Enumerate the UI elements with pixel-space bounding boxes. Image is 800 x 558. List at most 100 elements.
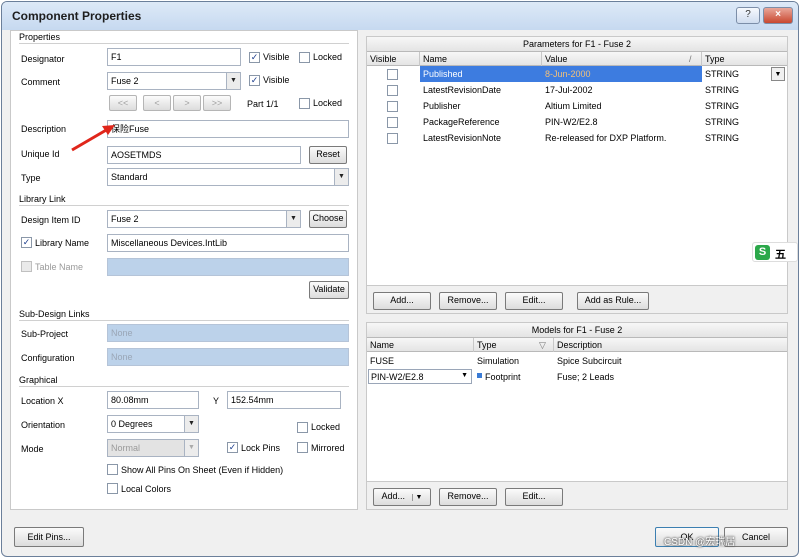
models-header: Models for F1 - Fuse 2 <box>367 323 787 338</box>
graphical-locked-checkbox[interactable] <box>297 422 308 433</box>
parameter-type: STRING <box>705 133 740 143</box>
library-name-checkbox[interactable]: ✓ <box>21 237 32 248</box>
part-label: Part 1/1 <box>247 99 279 109</box>
parameters-button-bar: Add... Remove... Edit... Add as Rule... <box>367 285 787 313</box>
parameter-row[interactable]: LatestRevisionNote Re-released for DXP P… <box>367 130 787 146</box>
remove-model-button[interactable]: Remove... <box>439 488 497 506</box>
parameter-value: 17-Jul-2002 <box>545 85 593 95</box>
column-name[interactable]: Name <box>370 340 394 350</box>
prev-part-button[interactable]: < <box>143 95 171 111</box>
add-parameter-button[interactable]: Add... <box>373 292 431 310</box>
chevron-down-icon[interactable]: ▼ <box>771 67 785 81</box>
location-x-input[interactable]: 80.08mm <box>107 391 199 409</box>
row-visible-checkbox[interactable] <box>387 133 398 144</box>
type-dropdown[interactable]: Standard ▼ <box>107 168 349 186</box>
add-as-rule-button[interactable]: Add as Rule... <box>577 292 649 310</box>
next-part-button[interactable]: > <box>173 95 201 111</box>
table-name-label: Table Name <box>35 262 84 272</box>
chevron-down-icon: ▼ <box>286 211 300 227</box>
add-model-label: Add... <box>381 491 406 501</box>
column-value[interactable]: Value <box>545 54 567 64</box>
choose-button[interactable]: Choose <box>309 210 347 228</box>
table-name-checkbox[interactable] <box>21 261 32 272</box>
divider <box>19 386 349 387</box>
last-part-button[interactable]: >> <box>203 95 231 111</box>
mirrored-checkbox[interactable] <box>297 442 308 453</box>
edit-pins-button[interactable]: Edit Pins... <box>14 527 84 547</box>
model-row[interactable]: FUSE Simulation Spice Subcircuit <box>367 353 787 369</box>
designator-label: Designator <box>21 54 65 64</box>
column-description[interactable]: Description <box>557 340 602 350</box>
column-type[interactable]: Type <box>705 54 725 64</box>
show-all-pins-label: Show All Pins On Sheet (Even if Hidden) <box>121 465 284 475</box>
parameter-row[interactable]: PackageReference PIN-W2/E2.8 STRING <box>367 114 787 130</box>
column-visible[interactable]: Visible <box>370 54 396 64</box>
designator-locked-checkbox[interactable] <box>299 52 310 63</box>
mode-label: Mode <box>21 444 44 454</box>
model-name: PIN-W2/E2.8 <box>371 372 424 382</box>
mode-dropdown[interactable]: Normal ▼ <box>107 439 199 457</box>
part-locked-checkbox[interactable] <box>299 98 310 109</box>
models-button-bar: Add... ▼ Remove... Edit... <box>367 481 787 509</box>
properties-group-title: Properties <box>19 32 61 42</box>
model-description: Fuse; 2 Leads <box>557 372 615 382</box>
row-visible-checkbox[interactable] <box>387 101 398 112</box>
row-visible-checkbox[interactable] <box>387 85 398 96</box>
close-button[interactable]: × <box>763 7 793 24</box>
side-widget-label: 五 <box>775 249 786 261</box>
validate-button[interactable]: Validate <box>309 281 349 299</box>
lock-pins-checkbox[interactable]: ✓ <box>227 442 238 453</box>
library-name-input[interactable]: Miscellaneous Devices.IntLib <box>107 234 349 252</box>
configuration-input[interactable]: None <box>107 348 349 366</box>
parameter-name: PackageReference <box>423 117 500 127</box>
edit-model-button[interactable]: Edit... <box>505 488 563 506</box>
unique-id-label: Unique Id <box>21 149 60 159</box>
model-type: Simulation <box>477 356 520 366</box>
sub-project-input[interactable]: None <box>107 324 349 342</box>
description-input[interactable]: 保险Fuse <box>107 120 349 138</box>
model-name-dropdown[interactable]: PIN-W2/E2.8 ▼ <box>368 369 472 384</box>
designator-input[interactable]: F1 <box>107 48 241 66</box>
parameter-row[interactable]: Published 8-Jun-2000 STRING ▼ <box>367 66 787 82</box>
comment-label: Comment <box>21 77 61 87</box>
parameter-type: STRING <box>705 101 740 111</box>
parameter-name: Publisher <box>423 101 461 111</box>
orientation-dropdown[interactable]: 0 Degrees ▼ <box>107 415 199 433</box>
locked-label: Locked <box>313 98 343 108</box>
models-panel: Models for F1 - Fuse 2 Name Type ▽ Descr… <box>366 322 788 510</box>
add-model-button[interactable]: Add... ▼ <box>373 488 431 506</box>
parameter-row[interactable]: LatestRevisionDate 17-Jul-2002 STRING <box>367 82 787 98</box>
graphical-group-title: Graphical <box>19 375 58 385</box>
remove-parameter-button[interactable]: Remove... <box>439 292 497 310</box>
table-name-input[interactable] <box>107 258 349 276</box>
mode-value: Normal <box>111 443 141 453</box>
comment-visible-checkbox[interactable]: ✓ <box>249 75 260 86</box>
parameter-name: LatestRevisionDate <box>423 85 502 95</box>
reset-button[interactable]: Reset <box>309 146 347 164</box>
edit-parameter-button[interactable]: Edit... <box>505 292 563 310</box>
column-name[interactable]: Name <box>423 54 447 64</box>
designator-visible-checkbox[interactable]: ✓ <box>249 52 260 63</box>
location-y-input[interactable]: 152.54mm <box>227 391 341 409</box>
row-visible-checkbox[interactable] <box>387 117 398 128</box>
model-row[interactable]: PIN-W2/E2.8 ▼ Footprint Fuse; 2 Leads <box>367 369 787 385</box>
description-label: Description <box>21 124 67 134</box>
unique-id-input[interactable]: AOSETMDS <box>107 146 301 164</box>
design-item-dropdown[interactable]: Fuse 2 ▼ <box>107 210 301 228</box>
models-column-header: Name Type ▽ Description <box>367 338 787 352</box>
divider <box>19 320 349 321</box>
row-visible-checkbox[interactable] <box>387 69 398 80</box>
help-button[interactable]: ? <box>736 7 760 24</box>
parameters-panel: Parameters for F1 - Fuse 2 Visible Name … <box>366 36 788 314</box>
show-all-pins-checkbox[interactable] <box>107 464 118 475</box>
chevron-down-icon: ▼ <box>411 494 423 501</box>
parameter-value: Re-released for DXP Platform. <box>545 133 667 143</box>
parameter-row[interactable]: Publisher Altium Limited STRING <box>367 98 787 114</box>
side-widget[interactable]: S 五 <box>752 242 798 262</box>
comment-dropdown[interactable]: Fuse 2 ▼ <box>107 72 241 90</box>
design-item-label: Design Item ID <box>21 215 81 225</box>
parameter-value: PIN-W2/E2.8 <box>545 117 598 127</box>
column-type[interactable]: Type <box>477 340 497 350</box>
first-part-button[interactable]: << <box>109 95 137 111</box>
local-colors-checkbox[interactable] <box>107 483 118 494</box>
